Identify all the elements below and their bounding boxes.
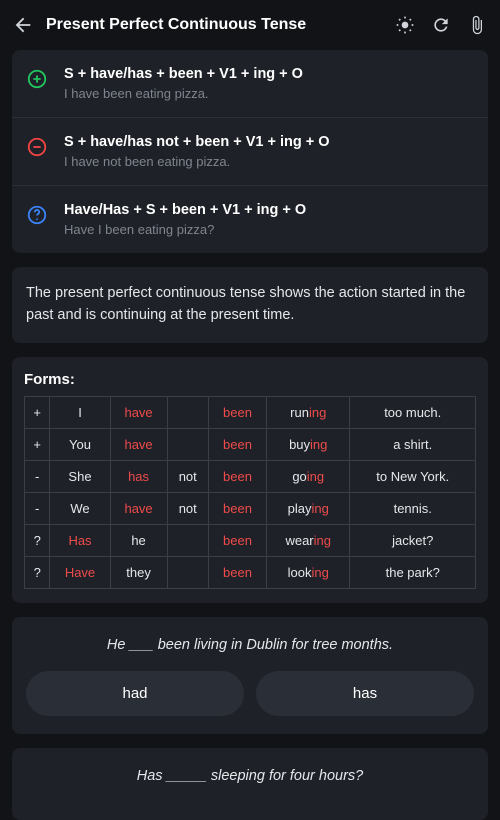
cell-neg — [167, 396, 208, 428]
cell-verb: playing — [267, 492, 350, 524]
cell-aux: has — [110, 460, 167, 492]
table-row: ?Havethey beenlookingthe park? — [25, 556, 476, 588]
cell-been: been — [208, 492, 266, 524]
table-row: -Shehasnotbeengoingto New York. — [25, 460, 476, 492]
cell-obj: too much. — [350, 396, 476, 428]
cell-obj: the park? — [350, 556, 476, 588]
description-card: The present perfect continuous tense sho… — [12, 267, 488, 343]
table-row: +Youhave beenbuyinga shirt. — [25, 428, 476, 460]
cell-aux: have — [110, 492, 167, 524]
cell-obj: jacket? — [350, 524, 476, 556]
cell-been: been — [208, 460, 266, 492]
table-row: ?Hashe beenwearingjacket? — [25, 524, 476, 556]
cell-verb: wearing — [267, 524, 350, 556]
formula-example: Have I been eating pizza? — [64, 222, 474, 237]
plus-icon — [26, 68, 48, 90]
cell-subj: they — [110, 556, 167, 588]
formula-example: I have not been eating pizza. — [64, 154, 474, 169]
attach-icon[interactable] — [466, 14, 488, 36]
cell-neg: not — [167, 492, 208, 524]
quiz-option-had[interactable]: had — [26, 671, 244, 716]
cell-sign: ? — [25, 524, 50, 556]
cell-neg — [167, 556, 208, 588]
formula-row: S + have/has + been + V1 + ing + O I have… — [12, 50, 488, 117]
refresh-icon[interactable] — [430, 14, 452, 36]
header-actions — [394, 14, 488, 36]
table-row: -Wehavenotbeenplayingtennis. — [25, 492, 476, 524]
quiz-question: He ___ been living in Dublin for tree mo… — [26, 637, 474, 653]
cell-neg — [167, 524, 208, 556]
cell-aux: have — [110, 396, 167, 428]
forms-table: +Ihavebeenruningtoo much.+Youhavebeenbuy… — [24, 396, 476, 589]
cell-verb: looking — [267, 556, 350, 588]
minus-icon — [26, 136, 48, 158]
cell-subj: We — [50, 492, 110, 524]
cell-subj: You — [50, 428, 110, 460]
back-icon[interactable] — [12, 14, 34, 36]
cell-aux: Has — [50, 524, 110, 556]
cell-subj: he — [110, 524, 167, 556]
cell-aux: have — [110, 428, 167, 460]
cell-verb: going — [267, 460, 350, 492]
formula-main: S + have/has + been + V1 + ing + O — [64, 66, 474, 82]
formula-example: I have been eating pizza. — [64, 86, 474, 101]
formulas-card: S + have/has + been + V1 + ing + O I have… — [12, 50, 488, 253]
cell-been: been — [208, 428, 266, 460]
forms-card: Forms: +Ihavebeenruningtoo much.+Youhave… — [12, 357, 488, 603]
formula-row: Have/Has + S + been + V1 + ing + O Have I… — [12, 185, 488, 253]
cell-obj: to New York. — [350, 460, 476, 492]
quiz-question: Has _____ sleeping for four hours? — [26, 768, 474, 784]
cell-been: been — [208, 556, 266, 588]
cell-sign: ? — [25, 556, 50, 588]
formula-main: Have/Has + S + been + V1 + ing + O — [64, 202, 474, 218]
cell-obj: tennis. — [350, 492, 476, 524]
cell-neg: not — [167, 460, 208, 492]
cell-aux: Have — [50, 556, 110, 588]
quiz-card-1: He ___ been living in Dublin for tree mo… — [12, 617, 488, 734]
question-icon — [26, 204, 48, 226]
cell-been: been — [208, 524, 266, 556]
cell-sign: + — [25, 396, 50, 428]
quiz-card-2: Has _____ sleeping for four hours? — [12, 748, 488, 820]
header: Present Perfect Continuous Tense — [0, 0, 500, 50]
cell-sign: - — [25, 460, 50, 492]
forms-title: Forms: — [24, 371, 476, 388]
cell-sign: - — [25, 492, 50, 524]
cell-obj: a shirt. — [350, 428, 476, 460]
formula-row: S + have/has not + been + V1 + ing + O I … — [12, 117, 488, 185]
formula-main: S + have/has not + been + V1 + ing + O — [64, 134, 474, 150]
cell-verb: runing — [267, 396, 350, 428]
page-title: Present Perfect Continuous Tense — [46, 16, 382, 34]
cell-verb: buying — [267, 428, 350, 460]
cell-subj: I — [50, 396, 110, 428]
table-row: +Ihave beenruningtoo much. — [25, 396, 476, 428]
description-text: The present perfect continuous tense sho… — [26, 285, 465, 323]
cell-been: been — [208, 396, 266, 428]
cell-sign: + — [25, 428, 50, 460]
cell-neg — [167, 428, 208, 460]
quiz-option-has[interactable]: has — [256, 671, 474, 716]
brightness-icon[interactable] — [394, 14, 416, 36]
cell-subj: She — [50, 460, 110, 492]
